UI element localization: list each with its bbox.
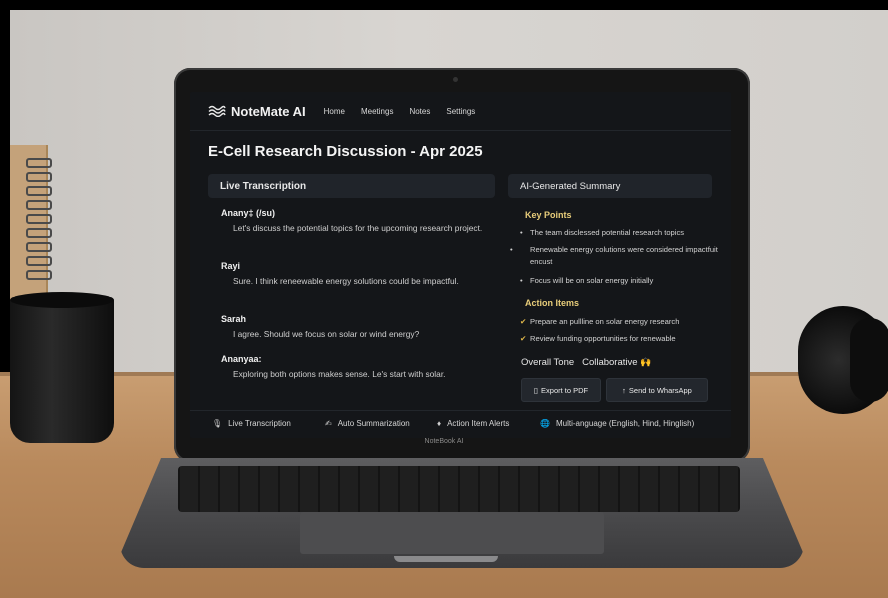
notebook-spiral (26, 200, 52, 210)
transcript-entry: Sarah I agree. Should we focus on solar … (221, 314, 483, 341)
upload-icon: ↑ (622, 385, 626, 395)
key-point: • Focus will be on solar energy initially (520, 276, 654, 285)
pen-icon: ✍ (325, 418, 332, 428)
top-navbar: NoteMate AI Home Meetings Notes Settings (190, 92, 731, 131)
transcript-entry: Rayi Sure. I think reneewable energy sol… (221, 261, 483, 288)
raised-hands-icon: 🙌 (640, 357, 652, 367)
speaker-name: Sarah (221, 314, 247, 324)
notebook-spiral (26, 172, 52, 182)
transcription-panel: Live Transcription Anany‡ (/su) Let's di… (208, 174, 495, 402)
transcript-entry: Ananyaa: Exploring both options makes se… (221, 354, 483, 381)
nav-meetings[interactable]: Meetings (361, 107, 393, 116)
bullet-icon: • (520, 228, 523, 237)
speaker-name: Anany‡ (/su) (221, 208, 276, 218)
action-item: ✔ Prepare an pullline on solar energy res… (520, 317, 680, 326)
export-pdf-button[interactable]: ▯ Export to PDF (521, 378, 601, 402)
transcript-text: Sure. I think reneewable energy solution… (233, 276, 459, 286)
laptop-front-notch (394, 556, 498, 562)
nav-menu: Home Meetings Notes Settings (324, 107, 492, 116)
transcript-text: I agree. Should we focus on solar or win… (233, 329, 420, 339)
action-item: ✔ Review funding opportunities for renewa… (520, 334, 676, 343)
nav-settings[interactable]: Settings (446, 107, 475, 116)
overall-tone: Overall Tone Collaborative 🙌 (521, 357, 651, 368)
feature-multilanguage: 🌐 Multi-anguage (English, Hind, Hinglish… (540, 418, 695, 428)
photo-scene: NoteMate AI Home Meetings Notes Settings… (0, 0, 888, 598)
mic-icon: 🎙 (212, 418, 223, 428)
send-whatsapp-button[interactable]: ↑ Send to WharsApp (606, 378, 708, 402)
nav-home[interactable]: Home (324, 107, 345, 116)
device-label: NoteBook AI (424, 438, 464, 445)
key-point: • The team disclessed potential research … (520, 228, 685, 237)
notebook-spiral (26, 270, 52, 280)
headphones-band (850, 318, 888, 402)
notebook (10, 145, 48, 305)
transcript-text: Exploring both options makes sense. Le's… (233, 369, 446, 379)
transcript-text: Let's discuss the potential topics for t… (233, 223, 483, 233)
feature-bar: 🎙 Live Transcription ✍ Auto Summarizatio… (190, 410, 731, 435)
globe-icon: 🌐 (540, 418, 550, 428)
notebook-spiral (26, 228, 52, 238)
laptop-screen: NoteMate AI Home Meetings Notes Settings… (190, 92, 731, 438)
summary-header: AI-Generated Summary (508, 174, 712, 198)
nav-notes[interactable]: Notes (409, 107, 430, 116)
check-icon: ✔ (520, 334, 527, 343)
transcript-entry: Anany‡ (/su) Let's discuss the potential… (221, 208, 483, 235)
speaker-name: Rayi (221, 261, 241, 271)
app-name: NoteMate AI (231, 103, 306, 119)
notebook-spiral (26, 186, 52, 196)
feature-live-transcription: 🎙 Live Transcription (212, 418, 291, 428)
bell-icon: ♦ (437, 418, 442, 428)
coffee-mug (10, 297, 114, 443)
feature-action-alerts: ♦ Action Item Alerts (437, 418, 510, 428)
transcription-header: Live Transcription (208, 174, 495, 198)
bullet-icon: • (510, 245, 513, 254)
page-title: E-Cell Research Discussion - Apr 2025 (208, 143, 483, 160)
tone-value: Collaborative (582, 357, 638, 368)
waves-icon (208, 105, 226, 117)
webcam (453, 77, 458, 82)
notebook-spiral (26, 242, 52, 252)
notebook-spiral (26, 158, 52, 168)
keyboard (178, 466, 740, 512)
notebook-spiral (26, 256, 52, 266)
document-icon: ▯ (533, 385, 539, 395)
key-points-title: Key Points (525, 210, 572, 220)
bullet-icon: • (520, 276, 523, 285)
trackpad (300, 512, 604, 554)
tone-label: Overall Tone (521, 357, 575, 368)
check-icon: ✔ (520, 317, 527, 326)
feature-auto-summarization: ✍ Auto Summarization (325, 418, 410, 428)
speaker-name: Ananyaa: (221, 354, 262, 364)
coffee-mug-rim (10, 292, 114, 308)
app-logo[interactable]: NoteMate AI (208, 104, 306, 119)
notebook-spiral (26, 214, 52, 224)
key-point: • Renewable energy colutions were conside… (510, 245, 718, 266)
action-items-title: Action Items (525, 298, 580, 308)
summary-panel: AI-Generated Summary Key Points • The tea… (508, 174, 718, 402)
